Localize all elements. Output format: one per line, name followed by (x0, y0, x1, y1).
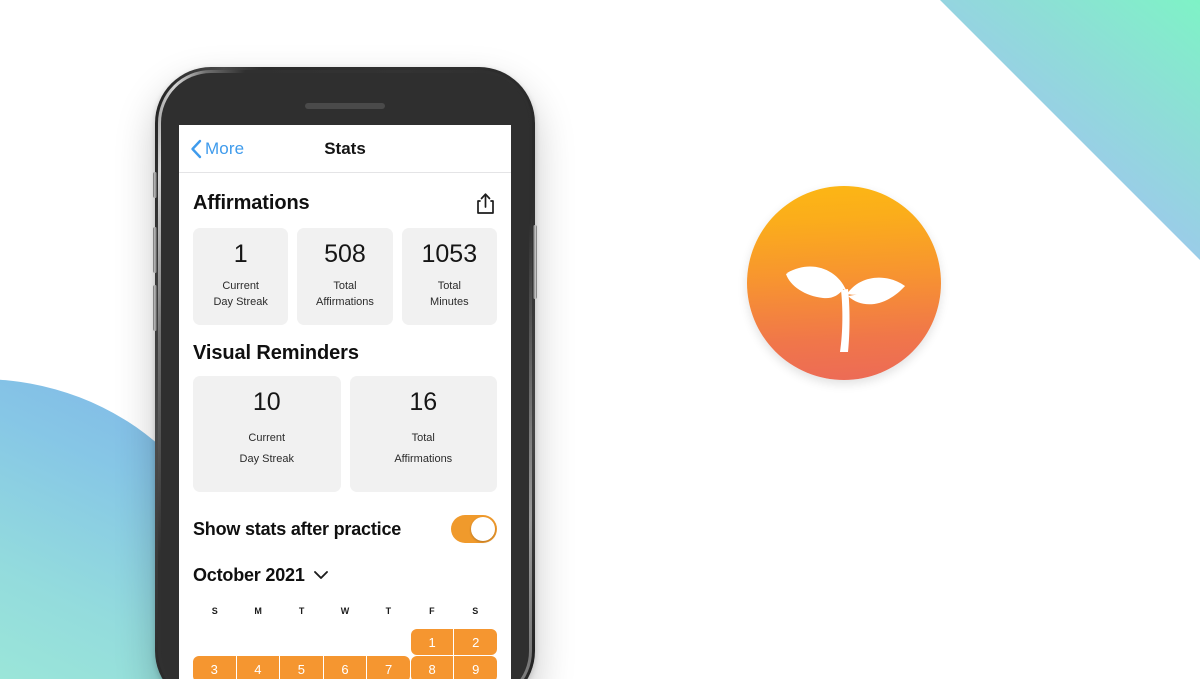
affirmations-stat-cards: 1 Current Day Streak 508 Total Affirmati… (193, 228, 497, 325)
show-stats-after-practice-row: Show stats after practice (193, 515, 497, 544)
calendar-day-cell[interactable]: 9 (454, 656, 497, 679)
stat-value: 508 (324, 240, 366, 268)
navigation-bar: More Stats (179, 125, 511, 173)
calendar-day-header: T (298, 606, 305, 617)
share-button[interactable] (468, 190, 497, 217)
month-picker-label: October 2021 (193, 565, 305, 586)
calendar-day-header: S (472, 606, 479, 617)
stat-label: Total Minutes (430, 279, 469, 308)
phone-screen: More Stats Affirmations 1 Current Day St… (179, 125, 511, 679)
month-picker[interactable]: October 2021 (193, 565, 497, 586)
calendar-day-header: F (429, 606, 435, 617)
visual-reminders-stat-cards: 10 Current Day Streak 16 Total Affirmati… (193, 375, 497, 493)
calendar-cell-empty (324, 629, 367, 655)
calendar-day-header: T (385, 606, 392, 617)
show-stats-after-practice-toggle[interactable] (451, 515, 497, 544)
back-button[interactable]: More (190, 139, 244, 159)
stat-value: 1053 (421, 240, 478, 268)
calendar-day-header: S (211, 606, 218, 617)
stat-value: 10 (252, 387, 281, 416)
calendar-grid: 1 2 3 4 5 6 7 8 9 (193, 629, 497, 679)
app-logo (747, 186, 941, 380)
background-shape-top-right (940, 0, 1200, 260)
calendar-day-cell[interactable]: 2 (454, 629, 497, 656)
calendar-day-cell[interactable]: 3 (193, 656, 236, 679)
volume-down-button[interactable] (153, 285, 157, 331)
stat-value: 16 (409, 387, 438, 416)
section-title-affirmations: Affirmations (193, 192, 310, 214)
power-button[interactable] (533, 225, 537, 299)
volume-up-button[interactable] (153, 227, 157, 273)
stat-label: Total Affirmations (394, 432, 453, 466)
calendar-day-headers: S M T W T F S (193, 606, 497, 616)
silent-switch[interactable] (153, 172, 157, 198)
chevron-left-icon (190, 139, 202, 159)
stat-card: 1053 Total Minutes (401, 228, 497, 325)
calendar-day-cell[interactable]: 4 (236, 656, 280, 679)
stat-card: 16 Total Affirmations (349, 375, 497, 493)
stat-card: 1 Current Day Streak (193, 228, 289, 325)
visual-reminders-section-header: Visual Reminders (193, 342, 497, 365)
section-title-visual-reminders: Visual Reminders (193, 341, 359, 364)
chevron-down-icon (313, 567, 329, 585)
calendar-day-cell[interactable]: 6 (323, 656, 367, 679)
calendar-day-cell[interactable]: 1 (410, 629, 454, 656)
calendar-cell-empty (193, 629, 236, 655)
stat-label: Current Day Streak (239, 432, 294, 466)
stat-card: 10 Current Day Streak (193, 375, 341, 493)
stat-label: Total Affirmations (316, 279, 374, 308)
calendar-cell-empty (367, 629, 410, 655)
show-stats-after-practice-label: Show stats after practice (193, 518, 402, 539)
stats-content: Affirmations 1 Current Day Streak 508 To… (179, 190, 511, 679)
stat-card: 508 Total Affirmations (297, 228, 393, 325)
affirmations-section-header: Affirmations (193, 190, 497, 217)
stat-label: Current Day Streak (213, 279, 268, 308)
logo-circle (747, 186, 941, 380)
share-icon (476, 192, 495, 215)
calendar-day-cell[interactable]: 8 (410, 656, 454, 679)
stat-value: 1 (233, 240, 248, 268)
back-button-label: More (205, 138, 245, 158)
calendar-day-header: M (254, 606, 262, 617)
calendar-day-cell[interactable]: 5 (280, 656, 323, 679)
calendar-day-header: W (340, 606, 350, 617)
toggle-knob (471, 517, 495, 542)
calendar-cell-empty (237, 629, 280, 655)
sprout-icon (786, 266, 905, 352)
calendar-cell-empty (280, 629, 323, 655)
earpiece-speaker (305, 103, 385, 109)
calendar-day-cell[interactable]: 7 (367, 656, 410, 679)
phone-mockup: More Stats Affirmations 1 Current Day St… (153, 67, 537, 679)
